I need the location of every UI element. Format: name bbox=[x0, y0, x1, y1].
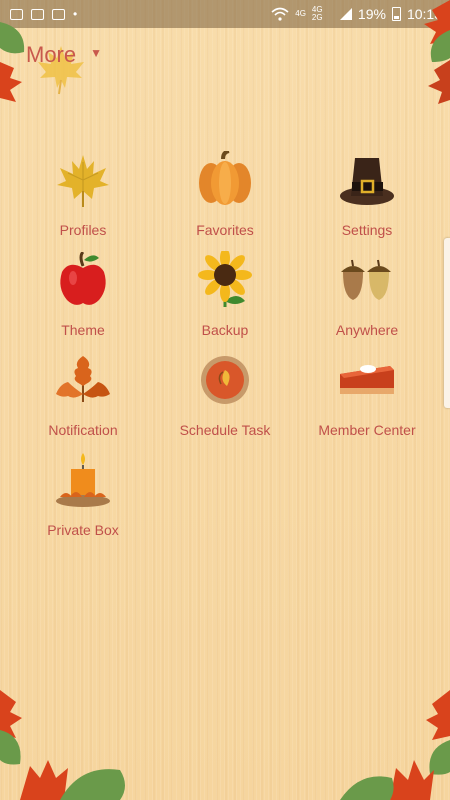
status-bar: • 4G 4G 2G 19% 10:13 bbox=[0, 0, 450, 28]
edge-panel-handle[interactable] bbox=[444, 238, 450, 408]
signal-bars-icon bbox=[339, 8, 352, 20]
battery-percent: 19% bbox=[357, 6, 386, 22]
network-indicator: 4G bbox=[295, 9, 306, 18]
menu-item-profiles[interactable]: Profiles bbox=[12, 150, 154, 250]
dropdown-arrow-icon[interactable]: ▼ bbox=[90, 46, 102, 60]
menu-item-private-box[interactable]: Private Box bbox=[12, 450, 154, 550]
corner-leaves-bottom-left-icon bbox=[0, 690, 125, 800]
menu-item-label: Backup bbox=[201, 322, 249, 338]
pie-slice-icon bbox=[335, 350, 399, 410]
menu-item-label: Private Box bbox=[47, 522, 119, 538]
acorns-icon bbox=[335, 250, 399, 310]
pie-plate-icon bbox=[193, 350, 257, 410]
menu-item-label: Schedule Task bbox=[179, 422, 271, 438]
menu-item-favorites[interactable]: Favorites bbox=[154, 150, 296, 250]
battery-icon bbox=[391, 7, 401, 21]
maple-leaf-icon bbox=[51, 150, 115, 210]
menu-item-member-center[interactable]: Member Center bbox=[296, 350, 438, 450]
page-title[interactable]: More bbox=[26, 42, 76, 68]
corner-leaves-top-right-icon bbox=[424, 0, 450, 104]
menu-item-label: Anywhere bbox=[335, 322, 399, 338]
corner-leaves-bottom-right-icon bbox=[340, 690, 450, 800]
sunflower-icon bbox=[193, 250, 257, 310]
oak-leaves-icon bbox=[51, 350, 115, 410]
apple-icon bbox=[51, 250, 115, 310]
pumpkin-icon bbox=[193, 150, 257, 210]
menu-grid: Profiles Favorites Settings Theme Backup… bbox=[12, 150, 438, 550]
signal-indicator: 4G 2G bbox=[311, 5, 323, 22]
menu-item-anywhere[interactable]: Anywhere bbox=[296, 250, 438, 350]
pilgrim-hat-icon bbox=[335, 150, 399, 210]
menu-item-label: Favorites bbox=[196, 222, 254, 238]
header[interactable]: More ▼ bbox=[26, 42, 102, 68]
menu-item-schedule-task[interactable]: Schedule Task bbox=[154, 350, 296, 450]
gallery-icon bbox=[10, 8, 23, 20]
shopping-bag-icon bbox=[31, 8, 44, 20]
menu-item-label: Member Center bbox=[318, 422, 416, 438]
menu-item-label: Theme bbox=[61, 322, 105, 338]
menu-item-label: Settings bbox=[341, 222, 393, 238]
candle-icon bbox=[51, 450, 115, 510]
menu-item-backup[interactable]: Backup bbox=[154, 250, 296, 350]
menu-item-notification[interactable]: Notification bbox=[12, 350, 154, 450]
corner-leaves-top-left-icon bbox=[0, 22, 25, 102]
shopping-bag-icon bbox=[52, 8, 65, 20]
menu-item-settings[interactable]: Settings bbox=[296, 150, 438, 250]
more-dots-icon: • bbox=[73, 7, 78, 21]
menu-item-label: Profiles bbox=[59, 222, 107, 238]
menu-item-theme[interactable]: Theme bbox=[12, 250, 154, 350]
menu-item-label: Notification bbox=[48, 422, 118, 438]
notification-icons: • bbox=[0, 7, 77, 21]
wifi-icon bbox=[271, 7, 289, 21]
